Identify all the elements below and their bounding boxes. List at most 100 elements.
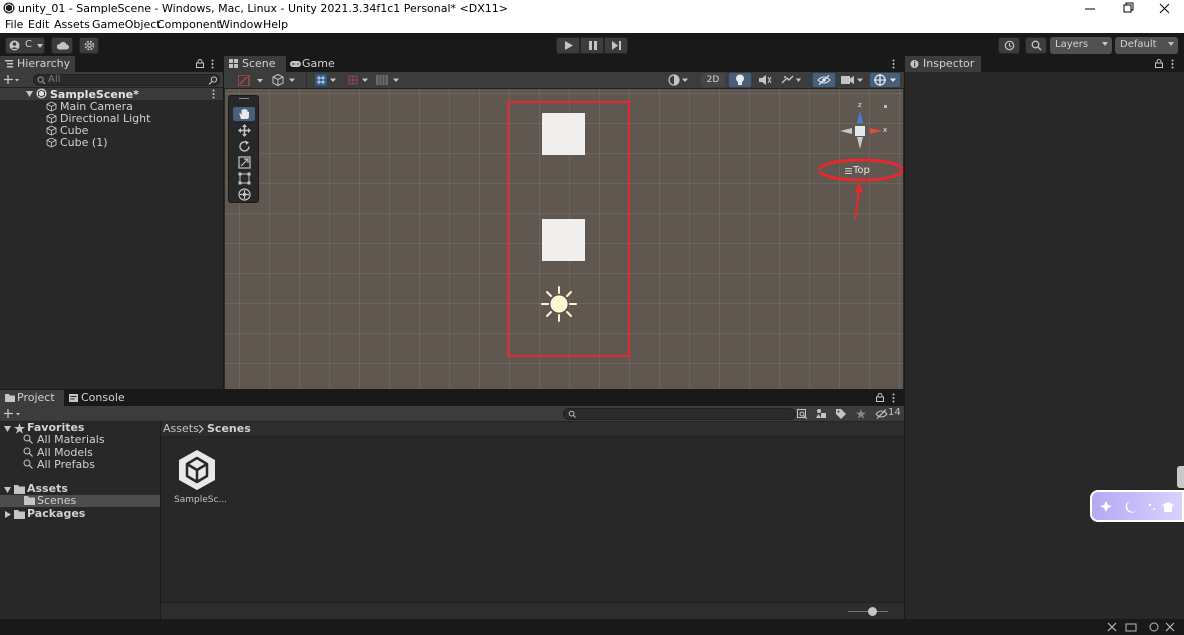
tab-hierarchy-label: Hierarchy [17, 57, 71, 70]
search-button[interactable] [1025, 37, 1047, 54]
lock-icon[interactable] [1155, 59, 1163, 68]
breadcrumb-assets[interactable]: Assets [163, 422, 199, 435]
asset-tile[interactable]: SampleSc... [172, 448, 227, 508]
expand-arrow-icon[interactable] [4, 426, 11, 432]
star-icon[interactable] [856, 409, 866, 419]
layers-label: Layers [1055, 39, 1089, 50]
account-dropdown[interactable]: C [5, 37, 45, 54]
transform-tool-icon[interactable] [238, 188, 251, 201]
restore-button[interactable] [1109, 0, 1147, 18]
scene-tabbar: Scene Game [224, 56, 904, 72]
pause-button[interactable] [580, 37, 604, 54]
kebab-menu-icon[interactable] [212, 89, 215, 99]
kebab-menu-icon[interactable] [892, 59, 895, 69]
cloud-icon [56, 42, 69, 50]
draw-mode-dropdown[interactable] [238, 75, 266, 86]
minimize-button[interactable] [1071, 0, 1109, 18]
menu-component[interactable]: Component [157, 18, 221, 31]
menu-assets[interactable]: Assets [54, 18, 90, 31]
hierarchy-search-input[interactable]: All [33, 74, 220, 86]
hierarchy-panel: Hierarchy All SampleScene* Main Camera D… [0, 56, 223, 389]
play-icon [565, 41, 573, 50]
gameobject-icon [46, 101, 57, 112]
gamepad-icon [290, 61, 301, 67]
packages-folder[interactable]: Packages [27, 508, 85, 520]
undo-history-button[interactable] [998, 37, 1020, 54]
scene-viewport[interactable]: z x Top [225, 89, 903, 389]
project-panel: Project Console 14 Favorites All Materia… [0, 390, 904, 619]
gizmos-dropdown[interactable] [870, 73, 900, 87]
orientation-dropdown[interactable] [668, 74, 692, 86]
search-by-type-icon[interactable] [797, 409, 808, 419]
lighting-toggle[interactable] [729, 73, 751, 87]
gizmo-z-label: z [858, 101, 862, 109]
expand-arrow-icon[interactable] [26, 91, 33, 97]
effects-dropdown[interactable] [781, 74, 803, 86]
kebab-menu-icon[interactable] [1171, 59, 1174, 69]
menu-help[interactable]: Help [263, 18, 288, 31]
scene-row[interactable]: SampleScene* [0, 88, 223, 101]
play-button[interactable] [556, 37, 580, 54]
audio-toggle[interactable] [758, 74, 772, 86]
step-button[interactable] [604, 37, 628, 54]
collapse-arrow-icon[interactable] [5, 511, 11, 518]
folder-icon [5, 394, 15, 402]
tab-scene[interactable]: Scene [224, 56, 286, 72]
grid-snapping-dropdown[interactable] [315, 74, 345, 86]
rotate-icon[interactable] [238, 140, 251, 153]
grid-visibility-dropdown[interactable] [376, 74, 404, 86]
cloud-button[interactable] [51, 37, 73, 54]
tab-inspector[interactable]: Inspector [905, 56, 981, 72]
menu-edit[interactable]: Edit [28, 18, 49, 31]
expand-arrow-icon[interactable] [4, 487, 11, 493]
search-icon [23, 434, 33, 444]
hierarchy-tabbar: Hierarchy [0, 56, 223, 72]
menu-gameobject[interactable]: GameObject [92, 18, 161, 31]
menu-file[interactable]: File [5, 18, 23, 31]
move-icon[interactable] [238, 124, 251, 137]
widget-icons [1100, 501, 1174, 513]
tab-console[interactable]: Console [64, 390, 130, 406]
drag-handle[interactable] [239, 98, 249, 99]
render-mode-dropdown[interactable] [272, 74, 300, 86]
account-icon [9, 40, 20, 51]
grid-icon [229, 59, 238, 68]
2d-mode-toggle[interactable]: 2D [701, 73, 725, 87]
menu-window[interactable]: Window [219, 18, 262, 31]
main-toolbar: C Layers Default [0, 34, 1184, 56]
add-dropdown-button[interactable] [4, 75, 20, 85]
splitter[interactable] [160, 422, 161, 619]
folder-row-selected[interactable]: Scenes [0, 495, 160, 507]
collab-settings-button[interactable] [79, 37, 99, 54]
scale-icon[interactable] [238, 156, 251, 169]
hand-icon [239, 108, 249, 119]
add-dropdown-button[interactable] [4, 409, 22, 419]
kebab-menu-icon[interactable] [892, 393, 895, 403]
tab-project[interactable]: Project [0, 390, 64, 406]
hidden-objects-toggle[interactable] [813, 73, 835, 87]
search-filter-icon[interactable] [208, 76, 218, 85]
camera-dropdown[interactable] [841, 74, 865, 86]
status-bar [0, 619, 1184, 635]
side-handle[interactable] [1177, 466, 1184, 488]
kebab-menu-icon[interactable] [211, 59, 214, 69]
layout-dropdown[interactable]: Default [1115, 37, 1178, 54]
tab-hierarchy[interactable]: Hierarchy [0, 56, 75, 72]
tag-icon[interactable] [836, 409, 846, 419]
breadcrumb-scenes[interactable]: Scenes [207, 422, 251, 435]
layers-dropdown[interactable]: Layers [1050, 37, 1112, 54]
project-search-input[interactable] [563, 408, 796, 420]
lock-icon[interactable] [876, 393, 884, 402]
rect-tool-icon[interactable] [238, 172, 251, 185]
eye-slash-icon[interactable] [875, 409, 888, 419]
floating-widget[interactable] [1090, 490, 1184, 522]
project-tabbar: Project Console [0, 390, 904, 406]
close-button[interactable] [1146, 0, 1184, 18]
zoom-slider-thumb[interactable] [868, 607, 877, 616]
incremental-snap-dropdown[interactable] [347, 74, 371, 86]
asset-label: SampleSc... [174, 495, 227, 505]
hand-tool[interactable] [233, 107, 255, 121]
tab-game[interactable]: Game [286, 56, 336, 72]
search-by-label-icon[interactable] [816, 408, 827, 419]
lock-icon[interactable] [196, 59, 204, 68]
